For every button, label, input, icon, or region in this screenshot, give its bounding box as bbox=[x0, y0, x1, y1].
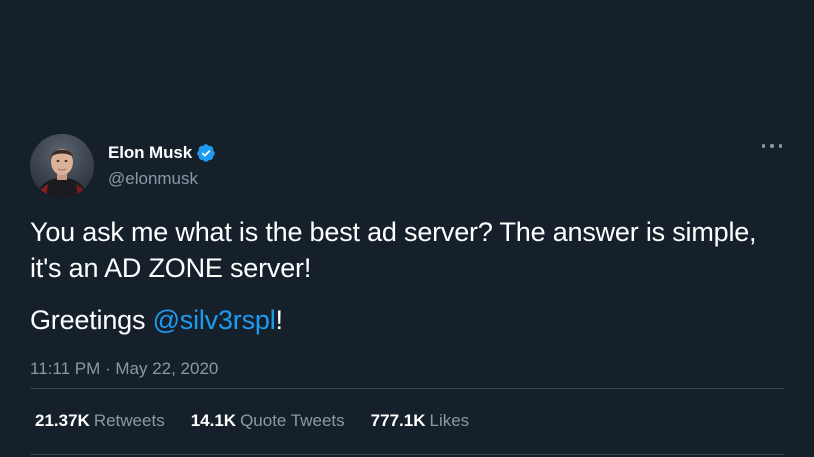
divider bbox=[30, 454, 784, 455]
dot bbox=[762, 144, 766, 148]
tweet-timestamp[interactable]: 11:11 PM · May 22, 2020 bbox=[30, 359, 218, 379]
divider bbox=[30, 388, 784, 389]
quote-tweets-label: Quote Tweets bbox=[240, 411, 345, 430]
likes-stat[interactable]: 777.1K Likes bbox=[371, 411, 470, 431]
tweet-card: Elon Musk @elonmusk You ask me what is t… bbox=[0, 0, 814, 457]
tweet-stats: 21.37K Retweets 14.1K Quote Tweets 777.1K L… bbox=[35, 411, 495, 431]
quote-tweets-count: 14.1K bbox=[190, 411, 237, 430]
dot bbox=[770, 144, 774, 148]
tweet-greeting: Greetings @silv3rspl! bbox=[30, 302, 283, 338]
tweet-text: You ask me what is the best ad server? T… bbox=[30, 217, 757, 283]
user-handle[interactable]: @elonmusk bbox=[108, 169, 216, 189]
quote-tweets-stat[interactable]: 14.1K Quote Tweets bbox=[191, 411, 345, 431]
retweets-stat[interactable]: 21.37K Retweets bbox=[35, 411, 165, 431]
avatar-image bbox=[30, 134, 94, 198]
more-options-icon[interactable] bbox=[762, 138, 782, 154]
display-name-row: Elon Musk bbox=[108, 141, 216, 165]
display-name[interactable]: Elon Musk bbox=[108, 143, 192, 163]
mention-link[interactable]: @silv3rspl bbox=[153, 305, 276, 335]
avatar[interactable] bbox=[30, 134, 94, 198]
tweet-header: Elon Musk @elonmusk bbox=[30, 134, 216, 198]
dot bbox=[778, 144, 782, 148]
likes-count: 777.1K bbox=[370, 411, 426, 430]
author-names: Elon Musk @elonmusk bbox=[108, 141, 216, 189]
likes-label: Likes bbox=[429, 411, 470, 430]
verified-badge-icon bbox=[197, 144, 215, 162]
greeting-prefix: Greetings bbox=[30, 305, 153, 335]
retweets-count: 21.37K bbox=[35, 411, 90, 430]
greeting-suffix: ! bbox=[275, 305, 284, 335]
retweets-label: Retweets bbox=[93, 411, 165, 430]
